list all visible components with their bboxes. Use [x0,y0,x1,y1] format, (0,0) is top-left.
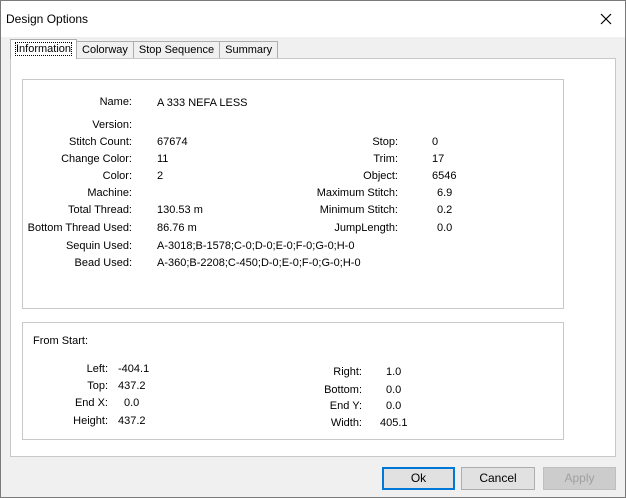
tab-information[interactable]: Information [10,39,78,59]
end-y-label: End Y: [329,400,362,412]
maximum-stitch-label: Maximum Stitch: [316,187,398,199]
jump-length-value: 0.0 [437,222,453,234]
width-value: 405.1 [380,417,408,429]
change-color-value: 11 [157,153,169,165]
information-tab-page: Name: A 333 NEFA LESS Version: Stitch Co… [10,58,616,457]
bottom-thread-label: Bottom Thread Used: [27,222,132,234]
name-value: A 333 NEFA LESS [157,97,248,109]
title-bar: Design Options [1,1,625,37]
top-value: 437.2 [118,380,146,392]
stitch-count-label: Stitch Count: [69,136,132,148]
cancel-button[interactable]: Cancel [461,467,535,490]
change-color-label: Change Color: [61,153,132,165]
color-label: Color: [102,170,132,182]
sequin-used-label: Sequin Used: [65,240,132,252]
tab-colorway[interactable]: Colorway [76,41,134,59]
sequin-used-value: A-3018;B-1578;C-0;D-0;E-0;F-0;G-0;H-0 [157,240,355,252]
bottom-label: Bottom: [324,384,362,396]
minimum-stitch-label: Minimum Stitch: [319,204,398,216]
maximum-stitch-value: 6.9 [437,187,453,199]
end-y-value: 0.0 [386,400,402,412]
minimum-stitch-value: 0.2 [437,204,453,216]
design-options-dialog: Design Options Information Colorway Stop… [0,0,626,498]
right-label: Right: [333,366,362,378]
tab-strip: Information Colorway Stop Sequence Summa… [10,39,279,59]
bottom-thread-value: 86.76 m [157,222,197,234]
jump-length-label: JumpLength: [334,222,398,234]
ok-button[interactable]: Ok [382,467,455,490]
stop-value: 0 [432,136,439,148]
tab-summary[interactable]: Summary [219,41,279,59]
right-value: 1.0 [386,366,402,378]
object-value: 6546 [432,170,457,182]
bottom-value: 0.0 [386,384,402,396]
tab-stop-sequence[interactable]: Stop Sequence [132,41,221,59]
height-value: 437.2 [118,415,146,427]
design-info-group: Name: A 333 NEFA LESS Version: Stitch Co… [22,79,564,309]
left-label: Left: [86,363,108,375]
trim-value: 17 [432,153,445,165]
from-start-group: From Start: Left: -404.1 Top: 437.2 End … [22,322,564,440]
width-label: Width: [330,417,362,429]
bead-used-label: Bead Used: [74,257,132,269]
object-label: Object: [363,170,398,182]
top-label: Top: [87,380,108,392]
version-label: Version: [92,119,132,131]
left-value: -404.1 [118,363,150,375]
close-button[interactable] [591,5,621,33]
from-start-title: From Start: [33,335,89,347]
total-thread-label: Total Thread: [67,204,132,216]
dialog-title: Design Options [6,12,89,26]
stop-label: Stop: [372,136,398,148]
height-label: Height: [73,415,108,427]
apply-button[interactable]: Apply [543,467,616,490]
trim-label: Trim: [373,153,398,165]
stitch-count-value: 67674 [157,136,188,148]
color-value: 2 [157,170,164,182]
end-x-value: 0.0 [124,397,140,409]
close-icon [600,13,612,25]
total-thread-value: 130.53 m [157,204,203,216]
end-x-label: End X: [74,397,108,409]
bead-used-value: A-360;B-2208;C-450;D-0;E-0;F-0;G-0;H-0 [157,257,361,269]
name-label: Name: [99,96,132,108]
machine-label: Machine: [87,187,132,199]
